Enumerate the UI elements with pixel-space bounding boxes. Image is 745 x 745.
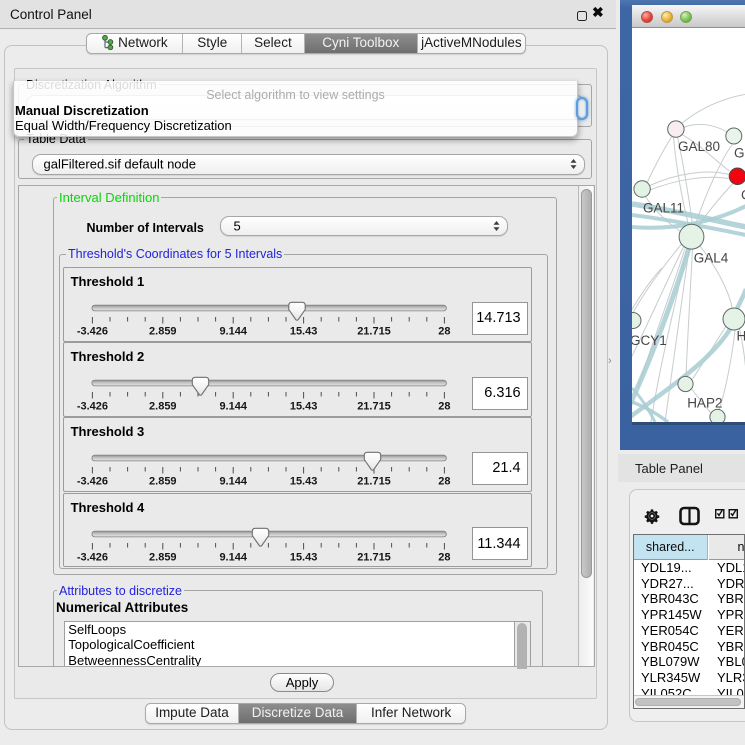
svg-text:-3.426: -3.426 [76, 401, 107, 413]
svg-text:GAL11: GAL11 [643, 201, 684, 216]
svg-text:15.43: 15.43 [289, 551, 317, 563]
svg-text:28: 28 [438, 476, 450, 488]
svg-text:-3.426: -3.426 [76, 551, 107, 563]
svg-text:GAL4: GAL4 [693, 251, 728, 266]
svg-text:-3.426: -3.426 [76, 476, 107, 488]
svg-text:2.859: 2.859 [149, 551, 177, 563]
svg-text:2.859: 2.859 [149, 325, 177, 337]
svg-text:21.715: 21.715 [357, 551, 391, 563]
svg-text:GCY1: GCY1 [632, 333, 667, 348]
svg-text:21.715: 21.715 [357, 325, 391, 337]
svg-text:2.859: 2.859 [149, 401, 177, 413]
svg-text:28: 28 [438, 551, 450, 563]
svg-text:G.: G. [734, 146, 745, 161]
svg-text:28: 28 [438, 401, 450, 413]
svg-text:H: H [736, 329, 745, 344]
svg-text:28: 28 [438, 325, 450, 337]
svg-text:GAL80: GAL80 [678, 139, 720, 154]
svg-text:-3.426: -3.426 [76, 325, 107, 337]
svg-text:21.715: 21.715 [357, 401, 391, 413]
svg-text:15.43: 15.43 [289, 476, 317, 488]
svg-text:2.859: 2.859 [149, 476, 177, 488]
svg-text:21.715: 21.715 [357, 476, 391, 488]
svg-text:9.144: 9.144 [219, 551, 247, 563]
svg-text:15.43: 15.43 [289, 401, 317, 413]
svg-text:15.43: 15.43 [289, 325, 317, 337]
svg-text:C: C [741, 188, 745, 203]
svg-text:HAP2: HAP2 [687, 396, 722, 411]
svg-text:9.144: 9.144 [219, 476, 247, 488]
svg-text:9.144: 9.144 [219, 401, 247, 413]
svg-text:9.144: 9.144 [219, 325, 247, 337]
